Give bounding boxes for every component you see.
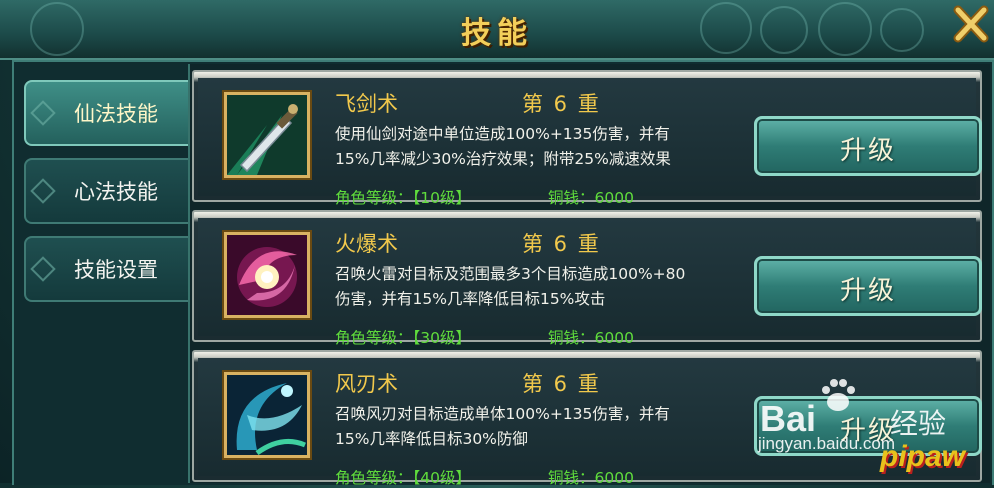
required-level: 角色等级：【40级】	[335, 469, 471, 487]
tab-label: 技能设置	[74, 258, 158, 282]
upgrade-button-label: 升级	[839, 136, 896, 166]
skill-icon-frame	[224, 372, 310, 458]
tab-immortal-skills[interactable]: 仙法技能	[24, 80, 190, 146]
skill-icon-frame	[224, 232, 310, 318]
skill-name: 火爆术	[335, 232, 398, 256]
card-body: 火爆术 第 6 重 召唤火雷对目标及范围最多3个目标造成100%+80 伤害，并…	[198, 218, 982, 347]
wind-blade-icon	[227, 375, 307, 456]
upgrade-button[interactable]: 升级	[754, 116, 982, 176]
skill-card-fire-burst: 火爆术 第 6 重 召唤火雷对目标及范围最多3个目标造成100%+80 伤害，并…	[192, 210, 982, 347]
knot-ornament-icon	[30, 100, 56, 126]
upgrade-button-label: 升级	[839, 276, 896, 306]
description-line: 召唤风刃对目标造成单体100%+135伤害，并有	[335, 405, 670, 423]
skill-description: 使用仙剑对途中单位造成100%+135伤害，并有 15%几率减少30%治疗效果；…	[335, 122, 765, 172]
skill-tier: 第 6 重	[522, 92, 601, 116]
description-line: 召唤火雷对目标及范围最多3个目标造成100%+80	[335, 265, 686, 283]
close-icon	[953, 5, 989, 43]
skill-name: 飞剑术	[335, 92, 398, 116]
fire-orb-icon	[227, 235, 307, 315]
skill-description: 召唤火雷对目标及范围最多3个目标造成100%+80 伤害，并有15%几率降低目标…	[335, 262, 765, 312]
close-button[interactable]	[952, 4, 990, 44]
copper-cost: 铜钱：6000	[548, 329, 634, 347]
sword-icon	[227, 95, 307, 175]
watermark-brand-suffix: 经验	[890, 408, 947, 439]
skill-tier: 第 6 重	[522, 372, 601, 396]
skill-tier: 第 6 重	[522, 232, 601, 256]
skill-name: 风刃术	[335, 372, 398, 396]
description-line: 伤害，并有15%几率降低目标15%攻击	[335, 290, 606, 308]
tab-label: 仙法技能	[74, 102, 158, 126]
skill-icon-frame	[224, 92, 310, 178]
required-level: 角色等级：【10级】	[335, 189, 471, 207]
skill-description: 召唤风刃对目标造成单体100%+135伤害，并有 15%几率降低目标30%防御	[335, 402, 765, 452]
tab-label: 心法技能	[74, 180, 158, 204]
title-bar: 技能	[0, 0, 994, 60]
tab-mind-skills[interactable]: 心法技能	[24, 158, 190, 224]
upgrade-button[interactable]: 升级	[754, 256, 982, 316]
description-line: 15%几率减少30%治疗效果；附带25%减速效果	[335, 150, 671, 168]
copper-cost: 铜钱：6000	[548, 469, 634, 487]
tab-skill-settings[interactable]: 技能设置	[24, 236, 190, 302]
required-level: 角色等级：【30级】	[335, 329, 471, 347]
pipaw-logo: pipaw	[880, 440, 966, 473]
knot-ornament-icon	[30, 256, 56, 282]
description-line: 使用仙剑对途中单位造成100%+135伤害，并有	[335, 125, 670, 143]
watermark-url: jingyan.baidu.com	[758, 434, 896, 453]
card-body: 飞剑术 第 6 重 使用仙剑对途中单位造成100%+135伤害，并有 15%几率…	[198, 78, 982, 207]
knot-ornament-icon	[30, 178, 56, 204]
paw-icon	[822, 379, 855, 411]
copper-cost: 铜钱：6000	[548, 189, 634, 207]
skill-card-flying-sword: 飞剑术 第 6 重 使用仙剑对途中单位造成100%+135伤害，并有 15%几率…	[192, 70, 982, 207]
description-line: 15%几率降低目标30%防御	[335, 430, 528, 448]
window-title: 技能	[461, 16, 533, 51]
